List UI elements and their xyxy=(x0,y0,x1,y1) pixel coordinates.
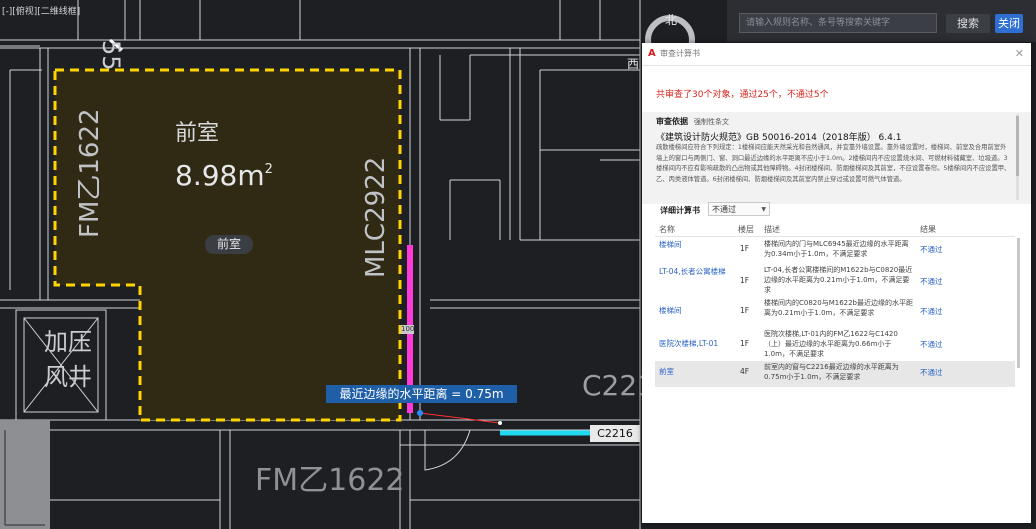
room-badge: 前室 xyxy=(205,235,253,254)
row-floor: 1F xyxy=(740,244,750,253)
distance-point-start xyxy=(417,410,423,416)
row-floor: 1F xyxy=(740,276,750,285)
basis-section: 审查依据 强制性条文 《建筑设计防火规范》GB 50016-2014（2018年… xyxy=(642,112,1031,204)
column-header-floor: 楼层 xyxy=(738,225,754,234)
room-area-text: 8.98m2 xyxy=(175,159,273,192)
standard-name: 《建筑设计防火规范》GB 50016-2014（2018年版） 6.4.1 xyxy=(656,133,902,143)
grip-handle[interactable]: 100 xyxy=(401,325,414,334)
row-name[interactable]: 前室 xyxy=(659,367,727,377)
distance-point-end xyxy=(498,421,502,425)
row-name[interactable]: 楼梯间 xyxy=(659,306,727,316)
review-summary: 共审查了30个对象，通过25个，不通过5个 xyxy=(656,90,829,100)
row-result[interactable]: 不通过 xyxy=(920,276,943,287)
row-desc: 前室内的窗与C2216最近边缘的水平距离为0.75m小于1.0m，不满足要求 xyxy=(764,363,899,381)
top-number-label: 55 xyxy=(97,40,125,71)
search-button[interactable]: 搜索 xyxy=(946,14,990,33)
row-result[interactable]: 不通过 xyxy=(920,244,943,255)
table-row-selected[interactable]: 前室 4F 前室内的窗与C2216最近边缘的水平距离为0.75m小于1.0m，不… xyxy=(655,361,1015,387)
close-search-button[interactable]: 关闭 xyxy=(995,14,1023,33)
compass-west-label: 西 xyxy=(627,57,639,71)
row-name[interactable]: 医院次楼梯,LT-01 xyxy=(659,339,739,349)
column-header-desc: 描述 xyxy=(764,225,780,234)
shaft-label-line2: 风井 xyxy=(44,363,92,391)
row-floor: 4F xyxy=(740,367,750,376)
row-desc: 楼梯间内的门与MLC6945最近边缘的水平距离为0.34m小于1.0m，不满足要… xyxy=(764,240,909,258)
filter-value: 不通过 xyxy=(712,205,736,214)
rule-search-input[interactable] xyxy=(739,13,937,33)
table-row[interactable]: LT-04,长者公寓楼梯 1F LT-04,长者公寓楼梯间的M1622b与C08… xyxy=(655,265,1015,297)
table-scrollbar[interactable] xyxy=(1017,238,1020,368)
basis-scrollbar-thumb[interactable] xyxy=(1016,116,1019,176)
chevron-down-icon: ▼ xyxy=(761,206,766,213)
row-name[interactable]: LT-04,长者公寓楼梯 xyxy=(659,267,727,277)
door-label-left: FM乙1622 xyxy=(75,108,105,238)
grey-block xyxy=(0,420,50,529)
dialog-title: 审查计算书 xyxy=(660,49,700,58)
door-label-bottom: FM乙1622 xyxy=(255,463,405,498)
table-row[interactable]: 楼梯间 1F 楼梯间内的门与MLC6945最近边缘的水平距离为0.34m小于1.… xyxy=(655,238,1015,264)
app-logo-icon: A xyxy=(648,48,656,59)
table-header: 名称 楼层 描述 结果 xyxy=(655,224,1015,237)
row-desc: LT-04,长者公寓楼梯间的M1622b与C0820最近边缘的水平距离为0.21… xyxy=(764,266,913,294)
column-header-result: 结果 xyxy=(920,225,936,234)
result-filter-select[interactable]: 不通过 ▼ xyxy=(708,202,770,216)
basis-subheading: 强制性条文 xyxy=(694,118,729,126)
dialog-titlebar[interactable]: A 审查计算书 ✕ xyxy=(642,43,1031,66)
column-header-name: 名称 xyxy=(659,225,675,234)
row-floor: 1F xyxy=(740,306,750,315)
shaft-label-line1: 加压 xyxy=(44,328,92,356)
close-icon[interactable]: ✕ xyxy=(1015,47,1024,60)
distance-label: 最近边缘的水平距离 = 0.75m xyxy=(326,385,517,403)
row-desc: 医院次楼梯,LT-01内的FM乙1622与C1420（上）最近边缘的水平距离为0… xyxy=(764,330,898,358)
review-report-dialog: A 审查计算书 ✕ 共审查了30个对象，通过25个，不通过5个 审查依据 强制性… xyxy=(642,43,1031,523)
row-floor: 1F xyxy=(740,339,750,348)
table-row[interactable]: 医院次楼梯,LT-01 1F 医院次楼梯,LT-01内的FM乙1622与C142… xyxy=(655,329,1015,361)
table-row[interactable]: 楼梯间 1F 楼梯间内的C0820与M1622b最近边缘的水平距离为0.21m小… xyxy=(655,298,1015,328)
row-result[interactable]: 不通过 xyxy=(920,339,943,350)
row-name[interactable]: 楼梯间 xyxy=(659,240,727,250)
row-desc: 楼梯间内的C0820与M1622b最近边缘的水平距离为0.21m小于1.0m，不… xyxy=(764,299,913,317)
room-name-text: 前室 xyxy=(175,121,219,146)
row-result[interactable]: 不通过 xyxy=(920,367,943,378)
row-result[interactable]: 不通过 xyxy=(920,306,943,317)
window-tag: C2216 xyxy=(590,425,640,442)
window-label-right: MLC2922 xyxy=(361,157,391,278)
compass-north-label: 北 xyxy=(665,13,677,27)
basis-heading: 审查依据 xyxy=(656,117,688,126)
clause-text: 疏散楼梯间应符合下列规定：1楼梯间应能天然采光和自然通风，并宜靠外墙设置。靠外墙… xyxy=(656,144,1011,183)
view-label[interactable]: [-][俯视][二维线框] xyxy=(2,4,80,17)
detail-heading: 详细计算书 xyxy=(660,206,700,215)
